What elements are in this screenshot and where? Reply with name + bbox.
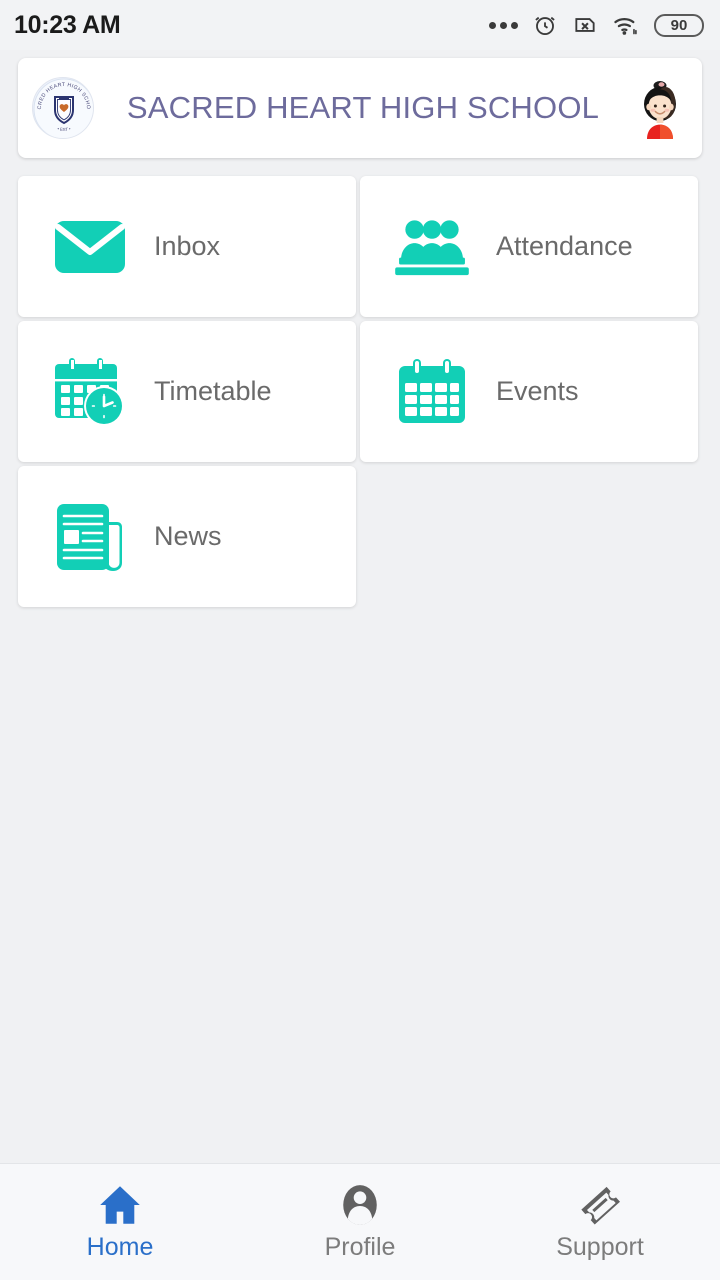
tile-label: News [154, 521, 222, 551]
status-bar-time: 10:23 AM [14, 10, 121, 39]
more-dots-icon [489, 21, 518, 29]
feature-tile-grid: Inbox Attendance Timetable Events News [18, 176, 702, 607]
people-group-icon [394, 209, 470, 285]
school-header-card: SACRED HEART HIGH SCHOOL • EST • SACRED … [18, 58, 702, 158]
tile-label: Inbox [154, 231, 221, 261]
page-title: SACRED HEART HIGH SCHOOL [126, 90, 600, 125]
bottom-navigation-bar: Home Profile Support [0, 1163, 720, 1280]
sim-disabled-icon [572, 12, 598, 38]
nav-item-home[interactable]: Home [0, 1164, 240, 1280]
status-bar-icons: 90 [489, 12, 704, 38]
avatar[interactable] [632, 77, 688, 139]
newspaper-icon [52, 499, 128, 575]
home-icon [98, 1183, 142, 1227]
tile-inbox[interactable]: Inbox [18, 176, 356, 317]
battery-level-label: 90 [670, 16, 688, 34]
nav-item-profile[interactable]: Profile [240, 1164, 480, 1280]
tile-label: Events [496, 376, 579, 406]
ticket-icon [578, 1183, 622, 1227]
tile-label: Timetable [154, 376, 272, 406]
tile-attendance[interactable]: Attendance [360, 176, 698, 317]
person-icon [339, 1183, 381, 1227]
calendar-clock-icon [52, 354, 128, 430]
school-crest-icon: SACRED HEART HIGH SCHOOL • EST • [32, 77, 94, 139]
nav-item-support[interactable]: Support [480, 1164, 720, 1280]
nav-label: Home [86, 1232, 154, 1261]
tile-label: Attendance [496, 231, 633, 261]
envelope-icon [52, 209, 128, 285]
tile-news[interactable]: News [18, 466, 356, 607]
status-bar: 10:23 AM 90 [0, 0, 720, 50]
tile-timetable[interactable]: Timetable [18, 321, 356, 462]
calendar-icon [394, 354, 470, 430]
nav-label: Support [556, 1232, 644, 1261]
wifi-icon [612, 12, 640, 38]
battery-icon: 90 [654, 13, 704, 37]
tile-events[interactable]: Events [360, 321, 698, 462]
alarm-clock-icon [532, 12, 558, 38]
nav-label: Profile [324, 1232, 396, 1261]
